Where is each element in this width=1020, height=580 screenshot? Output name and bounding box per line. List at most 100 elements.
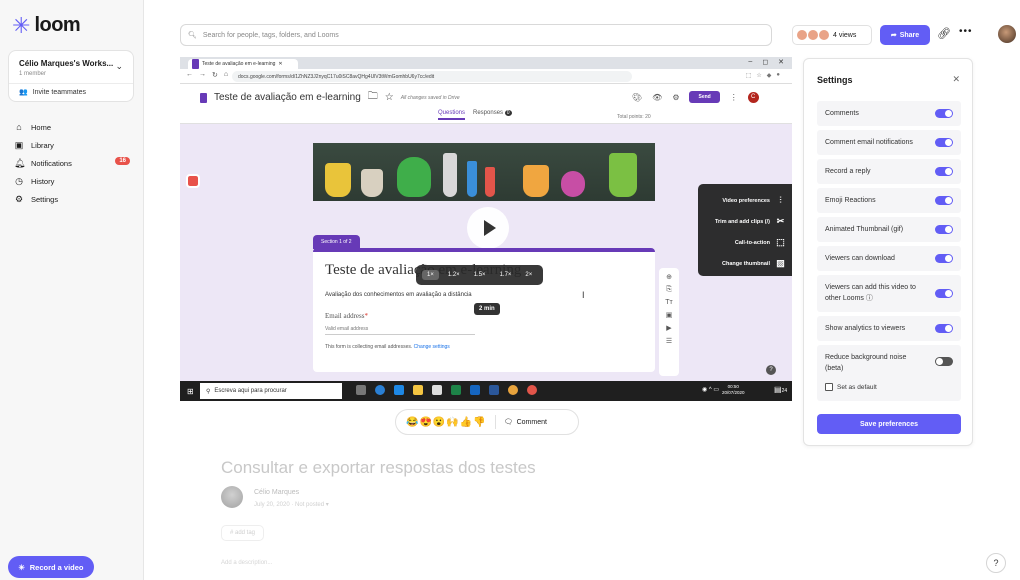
record-video-button[interactable]: ✳ Record a video xyxy=(8,556,94,578)
tab-responses-label: Responses xyxy=(473,110,504,116)
add-to-looms-toggle[interactable] xyxy=(935,289,953,298)
speed-option[interactable]: 1.7× xyxy=(495,270,517,280)
taskbar-apps xyxy=(356,385,537,395)
library-icon: ▣ xyxy=(14,139,24,150)
workspace-switcher[interactable]: Célio Marques's Works... 1 member ⌄ 👥 In… xyxy=(8,50,134,102)
views-count: 4 views xyxy=(833,31,857,39)
setting-label: Comments xyxy=(825,110,859,117)
speed-option[interactable]: 1.5× xyxy=(469,270,491,280)
emoji-reactions[interactable]: 😂😍😮🙌👍👎 xyxy=(406,417,487,428)
notification-count: 24 xyxy=(781,388,788,394)
sidebar-item-label: Notifications xyxy=(31,158,72,168)
settings-title: Settings xyxy=(817,75,853,85)
text-icon: Tт xyxy=(665,299,673,306)
sidebar-nav: ⌂ Home ▣ Library 🔔︎ Notifications 16 ◷ H… xyxy=(14,118,130,208)
close-icon[interactable]: ✕ xyxy=(952,74,960,85)
comments-toggle[interactable] xyxy=(935,109,953,118)
forms-icon xyxy=(200,92,207,103)
menu-item-label: Trim and add clips (/) xyxy=(714,218,770,225)
menu-item-label: Call-to-action xyxy=(734,239,770,246)
change-thumbnail-item[interactable]: Change thumbnail ▨ xyxy=(704,253,786,274)
description-input[interactable]: Add a description... xyxy=(221,560,272,566)
sidebar-item-library[interactable]: ▣ Library xyxy=(14,136,130,154)
sidebar-item-settings[interactable]: ⚙ Settings xyxy=(14,190,130,208)
speed-option[interactable]: 1.2× xyxy=(443,270,465,280)
help-button[interactable]: ? xyxy=(986,553,1006,573)
copy-link-icon[interactable]: 🔗︎ xyxy=(937,27,951,40)
playback-speed-menu: 1× 1.2× 1.5× 1.7× 2× xyxy=(416,265,544,285)
play-button[interactable] xyxy=(467,207,509,249)
setting-row-noise: Reduce background noise (beta) Set as de… xyxy=(817,345,961,401)
comment-label: Comment xyxy=(516,418,547,426)
reactions-bar: 😂😍😮🙌👍👎 🗨︎ Comment xyxy=(395,409,579,435)
loom-logo[interactable]: ✳ loom xyxy=(12,14,81,37)
video-player[interactable]: Teste de avaliação em e-learning ✕ – ◻ ✕… xyxy=(180,57,792,401)
set-default-checkbox[interactable]: Set as default xyxy=(825,383,877,391)
author-name: Célio Marques xyxy=(254,489,300,496)
clock-icon: ◷ xyxy=(15,175,23,186)
sidebar-item-notifications[interactable]: 🔔︎ Notifications 16 xyxy=(14,154,130,172)
search-icon: 🔍︎ xyxy=(188,32,197,39)
add-tag-button[interactable]: # add tag xyxy=(221,525,265,541)
browser-tab-bar: Teste de avaliação em e-learning ✕ – ◻ ✕ xyxy=(180,57,792,69)
call-to-action-item[interactable]: Call-to-action ⬚ xyxy=(704,232,786,253)
search-input[interactable]: 🔍︎ Search for people, tags, folders, and… xyxy=(180,24,772,46)
video-title[interactable]: Consultar e exportar respostas dos teste… xyxy=(221,458,536,478)
sidebar-item-label: Home xyxy=(31,122,52,132)
edge-icon xyxy=(394,385,404,395)
menu-item-label: Change thumbnail xyxy=(722,260,770,267)
invite-teammates-button[interactable]: 👥 Invite teammates xyxy=(19,88,86,97)
save-preferences-button[interactable]: Save preferences xyxy=(817,414,961,434)
browser-tab-title: Teste de avaliação em e-learning xyxy=(202,61,276,67)
trim-clips-item[interactable]: Trim and add clips (/) ✂ xyxy=(704,211,786,232)
browser-address-bar: ← → ↻ ⌂ docs.google.com/forms/d/1ZhNZ3J2… xyxy=(180,69,792,84)
setting-label: Animated Thumbnail (gif) xyxy=(825,226,904,233)
comment-button[interactable]: 🗨︎ Comment xyxy=(504,418,547,427)
sidebar: ✳ loom Célio Marques's Works... 1 member… xyxy=(0,0,144,580)
visibility-status[interactable]: Not posted xyxy=(295,502,324,508)
checkbox[interactable] xyxy=(825,383,833,391)
url-bar: docs.google.com/forms/d/1ZhNZ3J2nyqC17u0… xyxy=(232,71,632,82)
sidebar-item-label: Settings xyxy=(31,194,59,204)
close-icon: ✕ xyxy=(278,61,283,67)
home-icon: ⌂ xyxy=(223,71,229,78)
sidebar-item-home[interactable]: ⌂ Home xyxy=(14,118,130,136)
user-avatar[interactable] xyxy=(998,25,1016,43)
flask-shape xyxy=(325,163,351,197)
share-button[interactable]: ➦ Share xyxy=(880,25,930,45)
add-people-icon: 👥 xyxy=(19,89,28,96)
speed-option[interactable]: 2× xyxy=(520,270,537,280)
forward-icon: → xyxy=(199,71,206,78)
viewer-avatar xyxy=(808,30,818,40)
card-description: Avaliação dos conhecimentos em avaliação… xyxy=(325,292,472,298)
palette-icon: 🎨︎ xyxy=(632,92,643,102)
image-icon: ▨ xyxy=(776,258,785,268)
email-label-text: Email address xyxy=(325,312,365,320)
search-placeholder: Search for people, tags, folders, and Lo… xyxy=(202,31,339,39)
views-button[interactable]: 4 views xyxy=(792,25,872,45)
recording-indicator xyxy=(186,174,200,188)
setting-row-emoji: Emoji Reactions xyxy=(817,188,961,213)
form-title-bar: Teste de avaliação em e-learning 🗀 ☆ All… xyxy=(200,89,460,106)
more-options-icon[interactable]: ••• xyxy=(959,26,973,37)
speed-option[interactable]: 1× xyxy=(422,270,439,280)
record-label: Record a video xyxy=(29,562,84,572)
share-icon: ➦ xyxy=(890,32,897,39)
emoji-reactions-toggle[interactable] xyxy=(935,196,953,205)
setting-row-add-to-looms: Viewers can add this video to other Loom… xyxy=(817,275,961,312)
comment-email-toggle[interactable] xyxy=(935,138,953,147)
email-label: Email address* xyxy=(325,312,368,320)
star-icon: ☆ xyxy=(756,73,762,79)
analytics-toggle[interactable] xyxy=(935,324,953,333)
microscope-shape xyxy=(609,153,637,197)
send-button: Send xyxy=(689,91,720,103)
skype-icon xyxy=(375,385,385,395)
download-toggle[interactable] xyxy=(935,254,953,263)
record-reply-toggle[interactable] xyxy=(935,167,953,176)
taskbar-clock: 00:50 20/07/2020 xyxy=(722,384,745,396)
animated-thumbnail-toggle[interactable] xyxy=(935,225,953,234)
video-preferences-item[interactable]: Video preferences ⫶ xyxy=(704,190,786,211)
chevron-down-icon[interactable]: ⌄ xyxy=(115,61,123,72)
noise-reduction-toggle[interactable] xyxy=(935,357,953,366)
sidebar-item-history[interactable]: ◷ History xyxy=(14,172,130,190)
